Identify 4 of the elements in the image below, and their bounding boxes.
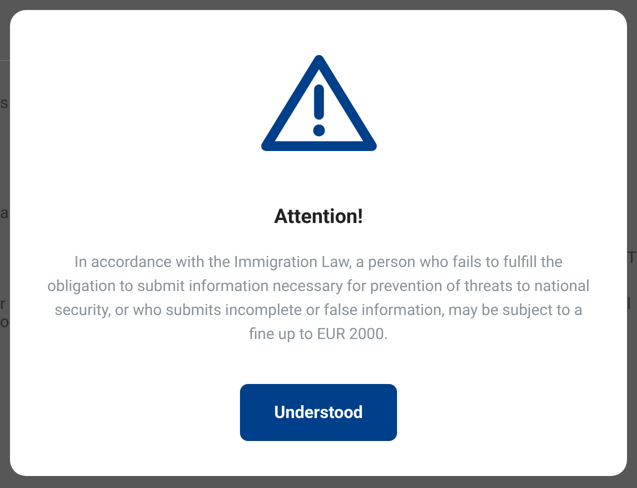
- understood-button[interactable]: Understood: [240, 384, 397, 441]
- dialog-title: Attention!: [274, 204, 363, 228]
- warning-icon: [260, 54, 378, 152]
- dialog-message: In accordance with the Immigration Law, a person who fails to fulfill the obligation to submit information necessary for prevention of threats to national security, or who submits incomplete or false information, may be subject to a fine up to EUR 2000.: [46, 252, 591, 345]
